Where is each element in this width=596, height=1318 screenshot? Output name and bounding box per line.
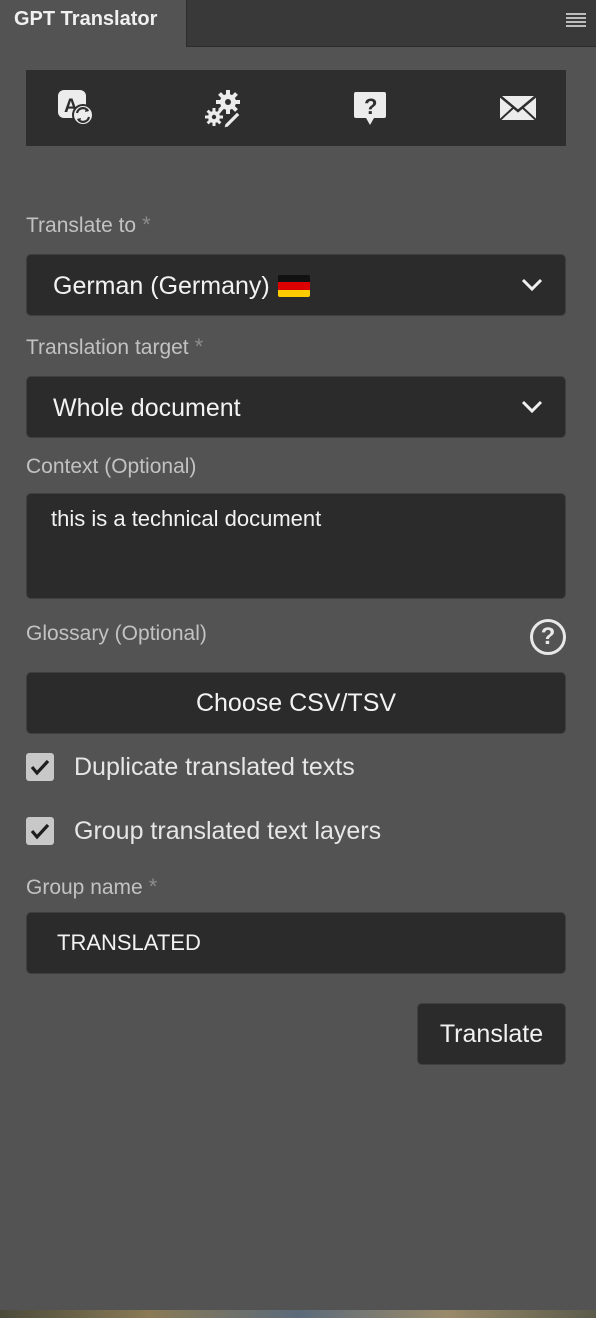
translate-to-select[interactable]: German (Germany): [26, 254, 566, 316]
german-flag-icon: [277, 275, 310, 297]
chevron-down-icon: [521, 278, 543, 292]
chevron-down-icon: [521, 400, 543, 414]
help-bubble-icon[interactable]: ?: [350, 88, 390, 128]
group-name-input[interactable]: TRANSLATED: [26, 912, 566, 974]
translate-to-label: Translate to *: [26, 212, 151, 237]
context-textarea[interactable]: this is a technical document: [26, 493, 566, 599]
svg-text:?: ?: [364, 94, 377, 119]
context-label: Context (Optional): [26, 455, 197, 478]
hamburger-menu-icon[interactable]: [566, 13, 586, 29]
background-image-strip: [0, 1310, 596, 1318]
toolbar: A ?: [26, 70, 566, 146]
tab-gpt-translator[interactable]: GPT Translator: [0, 0, 187, 47]
translate-to-value: German (Germany): [53, 272, 270, 300]
translation-target-label: Translation target *: [26, 334, 204, 359]
mail-icon[interactable]: [498, 88, 538, 128]
group-name-label: Group name *: [26, 874, 158, 899]
tab-divider: [187, 46, 596, 47]
translation-target-select[interactable]: Whole document: [26, 376, 566, 438]
panel-tab-bar: GPT Translator: [0, 0, 596, 47]
duplicate-checkbox[interactable]: [26, 753, 54, 781]
translate-icon[interactable]: A: [56, 88, 96, 128]
gpt-translator-panel: GPT Translator A ? Translate to * German…: [0, 0, 596, 1318]
translation-target-value: Whole document: [53, 394, 241, 422]
settings-gears-icon[interactable]: [203, 88, 243, 129]
group-checkbox-label: Group translated text layers: [74, 817, 382, 845]
group-checkbox[interactable]: [26, 817, 54, 845]
choose-csv-button[interactable]: Choose CSV/TSV: [26, 672, 566, 734]
glossary-help-icon[interactable]: ?: [530, 619, 566, 655]
glossary-label: Glossary (Optional): [26, 622, 207, 645]
duplicate-checkbox-label: Duplicate translated texts: [74, 753, 355, 781]
translate-button[interactable]: Translate: [417, 1003, 566, 1065]
